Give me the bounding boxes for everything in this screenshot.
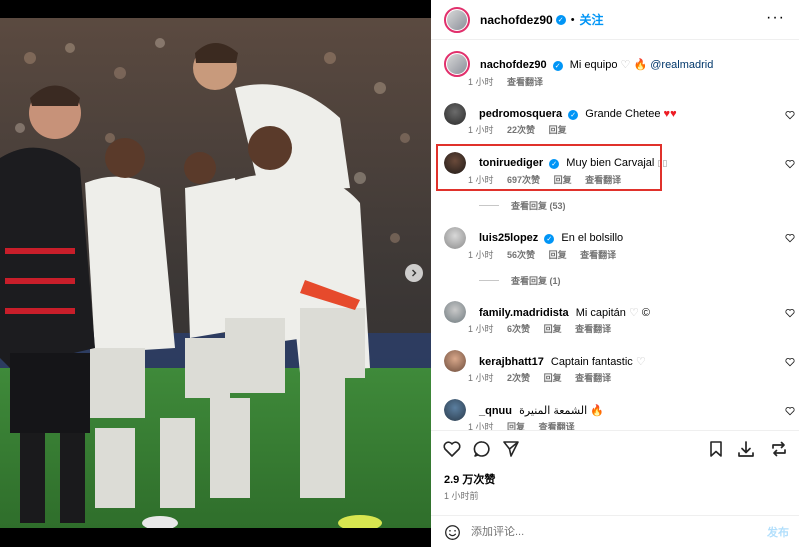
download-icon[interactable] bbox=[736, 439, 756, 459]
comment-meta: 1 小时 56次赞 回复 查看翻译 bbox=[468, 248, 627, 261]
white-heart-emoji-icon: ♡ bbox=[620, 58, 631, 71]
commenter-avatar[interactable] bbox=[444, 227, 466, 249]
commenter-username[interactable]: luis25lopez bbox=[479, 232, 538, 244]
post-side-panel: nachofdez90 ✓ • 关注 ··· nachofdez90 ✓ Mi … bbox=[431, 0, 799, 547]
author-username[interactable]: nachofdez90 bbox=[480, 13, 553, 27]
white-heart-emoji-icon: ♡ bbox=[635, 355, 646, 368]
reply-button[interactable]: 回复 bbox=[549, 250, 567, 260]
comment-item: luis25lopez ✓ En el bolsillo bbox=[444, 227, 794, 249]
comment-item: _qnuu الشمعة المنيرة 🔥 bbox=[444, 399, 794, 421]
comment-text: الشمعة المنيرة bbox=[519, 404, 588, 417]
comment-likes[interactable]: 22次赞 bbox=[507, 125, 535, 135]
verified-badge-icon: ✓ bbox=[568, 110, 579, 120]
like-comment-heart-icon[interactable] bbox=[785, 308, 795, 318]
translate-link[interactable]: 查看翻译 bbox=[580, 250, 616, 260]
view-replies-button[interactable]: 查看回复 (53) bbox=[479, 199, 566, 212]
caption-time: 1 小时 bbox=[468, 77, 494, 87]
like-comment-heart-icon[interactable] bbox=[785, 406, 795, 416]
comment-item: pedromosquera ✓ Grande Chetee ♥♥ bbox=[444, 103, 794, 125]
comment-time: 1 小时 bbox=[468, 125, 494, 135]
comment-likes[interactable]: 56次赞 bbox=[507, 250, 535, 260]
comment-meta: 1 小时 6次赞 回复 查看翻译 bbox=[468, 322, 622, 335]
next-image-button[interactable] bbox=[405, 264, 423, 282]
caption-meta: 1 小时 查看翻译 bbox=[468, 75, 554, 88]
like-heart-icon[interactable] bbox=[442, 439, 462, 459]
view-replies-label: 查看回复 (1) bbox=[511, 276, 561, 286]
commenter-username[interactable]: pedromosquera bbox=[479, 108, 562, 120]
commenter-avatar[interactable] bbox=[444, 103, 466, 125]
post-photo-area bbox=[0, 0, 431, 547]
comment-text: En el bolsillo bbox=[561, 232, 624, 244]
reply-button[interactable]: 回复 bbox=[507, 422, 525, 430]
like-comment-heart-icon[interactable] bbox=[785, 110, 795, 120]
comment-likes[interactable]: 6次赞 bbox=[507, 324, 530, 334]
commenter-username[interactable]: family.madridista bbox=[479, 307, 569, 319]
comment-meta: 1 小时 回复 查看翻译 bbox=[468, 420, 586, 430]
like-comment-heart-icon[interactable] bbox=[785, 159, 795, 169]
comment-time: 1 小时 bbox=[468, 373, 494, 383]
verified-badge-icon: ✓ bbox=[552, 60, 563, 71]
comment-text: Grande Chetee bbox=[585, 108, 661, 120]
likes-count[interactable]: 2.9 万次赞 bbox=[444, 471, 495, 487]
red-heart-emoji-icon: ♥♥ bbox=[663, 108, 677, 120]
like-comment-heart-icon[interactable] bbox=[785, 233, 795, 243]
reply-button[interactable]: 回复 bbox=[544, 373, 562, 383]
comment-time: 1 小时 bbox=[468, 324, 494, 334]
comment-bubble-icon[interactable] bbox=[472, 439, 492, 459]
separator-dot: • bbox=[570, 13, 575, 26]
post-caption: nachofdez90 ✓ Mi equipo ♡ 🔥 @realmadrid bbox=[444, 51, 794, 77]
white-heart-emoji-icon: ♡ bbox=[628, 306, 639, 319]
comment-suffix: © bbox=[641, 306, 650, 319]
view-replies-button[interactable]: 查看回复 (1) bbox=[479, 274, 561, 287]
post-photo bbox=[0, 18, 431, 528]
commenter-avatar[interactable] bbox=[444, 399, 466, 421]
view-replies-label: 查看回复 (53) bbox=[511, 201, 566, 211]
post-comment-button[interactable]: 发布 bbox=[767, 524, 789, 540]
fire-emoji-icon: 🔥 bbox=[633, 58, 648, 71]
comment-item: kerajbhatt17 Captain fantastic ♡ bbox=[444, 350, 794, 372]
post-time: 1 小时前 bbox=[444, 491, 479, 501]
caption-username[interactable]: nachofdez90 bbox=[480, 59, 547, 71]
comment-meta: 1 小时 2次赞 回复 查看翻译 bbox=[468, 371, 622, 384]
verified-badge-icon: ✓ bbox=[555, 14, 566, 25]
commenter-username[interactable]: _qnuu bbox=[479, 405, 512, 417]
comments-list[interactable]: nachofdez90 ✓ Mi equipo ♡ 🔥 @realmadrid … bbox=[431, 40, 799, 430]
translate-link[interactable]: 查看翻译 bbox=[575, 373, 611, 383]
caption-translate-link[interactable]: 查看翻译 bbox=[507, 77, 543, 87]
emoji-smiley-icon[interactable] bbox=[444, 524, 461, 541]
highlight-box bbox=[436, 144, 662, 191]
comment-text: Captain fantastic bbox=[550, 355, 633, 368]
post-actions: 2.9 万次赞 1 小时前 发布 bbox=[431, 430, 799, 547]
repost-icon[interactable] bbox=[769, 439, 789, 459]
reply-button[interactable]: 回复 bbox=[544, 324, 562, 334]
more-options-icon[interactable]: ··· bbox=[766, 10, 785, 26]
share-send-icon[interactable] bbox=[501, 439, 521, 459]
commenter-username[interactable]: kerajbhatt17 bbox=[479, 356, 544, 368]
commenter-avatar[interactable] bbox=[444, 301, 466, 323]
comment-time: 1 小时 bbox=[468, 422, 494, 430]
comment-time: 1 小时 bbox=[468, 250, 494, 260]
caption-avatar[interactable] bbox=[444, 51, 470, 77]
comment-meta: 1 小时 22次赞 回复 bbox=[468, 123, 578, 136]
comment-text: Mi capitán bbox=[575, 306, 626, 319]
author-avatar[interactable] bbox=[444, 6, 470, 33]
follow-button[interactable]: 关注 bbox=[580, 11, 604, 28]
reply-button[interactable]: 回复 bbox=[549, 125, 567, 135]
translate-link[interactable]: 查看翻译 bbox=[575, 324, 611, 334]
caption-text: Mi equipo bbox=[569, 58, 618, 71]
mention-link[interactable]: @realmadrid bbox=[650, 59, 713, 71]
chevron-right-icon bbox=[412, 269, 417, 277]
comment-item: family.madridista Mi capitán ♡ © bbox=[444, 301, 794, 323]
verified-badge-icon: ✓ bbox=[544, 234, 555, 244]
post-header: nachofdez90 ✓ • 关注 ··· bbox=[431, 0, 799, 40]
fire-emoji-icon: 🔥 bbox=[590, 404, 604, 417]
comment-input[interactable] bbox=[471, 526, 731, 538]
like-comment-heart-icon[interactable] bbox=[785, 357, 795, 367]
bookmark-icon[interactable] bbox=[706, 439, 726, 459]
translate-link[interactable]: 查看翻译 bbox=[539, 422, 575, 430]
comment-likes[interactable]: 2次赞 bbox=[507, 373, 530, 383]
commenter-avatar[interactable] bbox=[444, 350, 466, 372]
add-comment-bar: 发布 bbox=[431, 515, 799, 547]
